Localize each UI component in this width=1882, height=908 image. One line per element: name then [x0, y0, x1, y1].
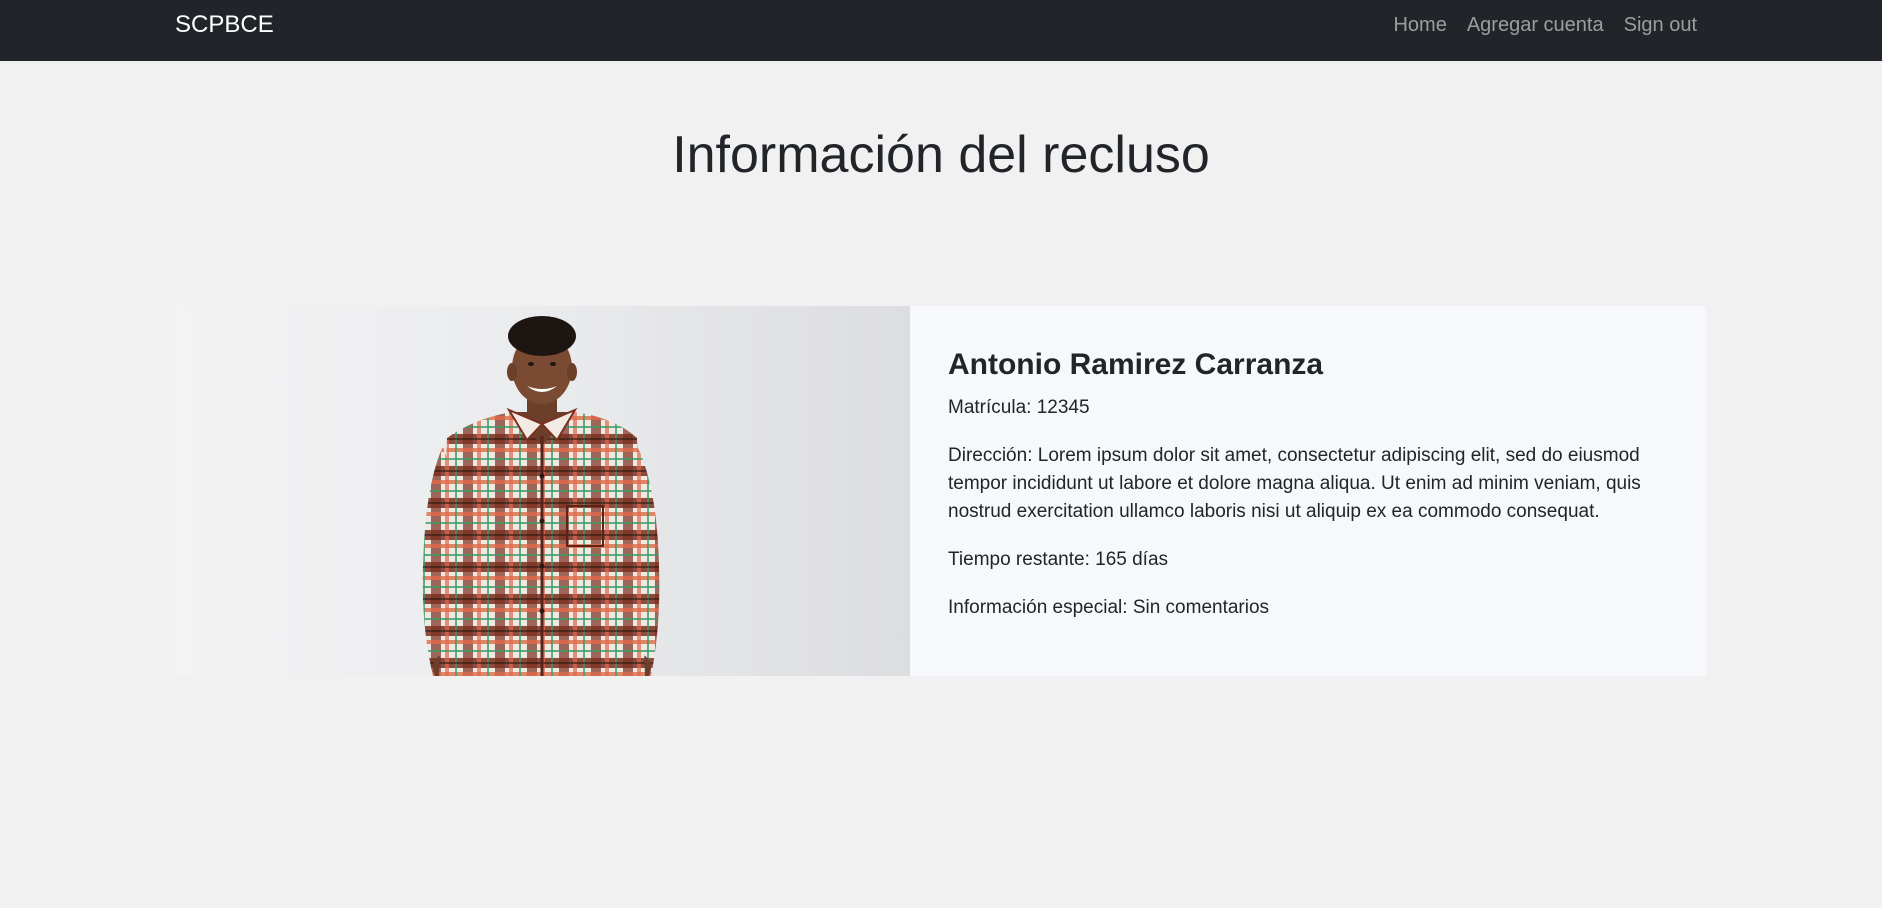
brand-link[interactable]: SCPBCE [175, 11, 274, 39]
inmate-photo-image [422, 316, 660, 676]
inmate-card: Antonio Ramirez Carranza Matrícula: 1234… [175, 306, 1706, 676]
inmate-informacion-especial: Información especial: Sin comentarios [948, 597, 1270, 618]
inmate-photo [175, 306, 910, 676]
nav-link-home[interactable]: Home [1393, 13, 1446, 37]
inmate-direccion: Dirección: Lorem ipsum dolor sit amet, c… [948, 445, 1641, 522]
page-title: Información del recluso [672, 126, 1210, 184]
inmate-name: Antonio Ramirez Carranza [948, 348, 1324, 381]
inmate-matricula: Matrícula: 12345 [948, 397, 1090, 418]
nav-link-agregar-cuenta[interactable]: Agregar cuenta [1467, 13, 1604, 37]
nav-link-sign-out[interactable]: Sign out [1624, 13, 1697, 37]
navbar: SCPBCE Home Agregar cuenta Sign out [0, 0, 1882, 61]
inmate-tiempo-restante: Tiempo restante: 165 días [948, 549, 1169, 570]
inmate-details: Antonio Ramirez Carranza Matrícula: 1234… [910, 306, 1706, 676]
nav-links: Home Agregar cuenta Sign out [1393, 13, 1697, 37]
